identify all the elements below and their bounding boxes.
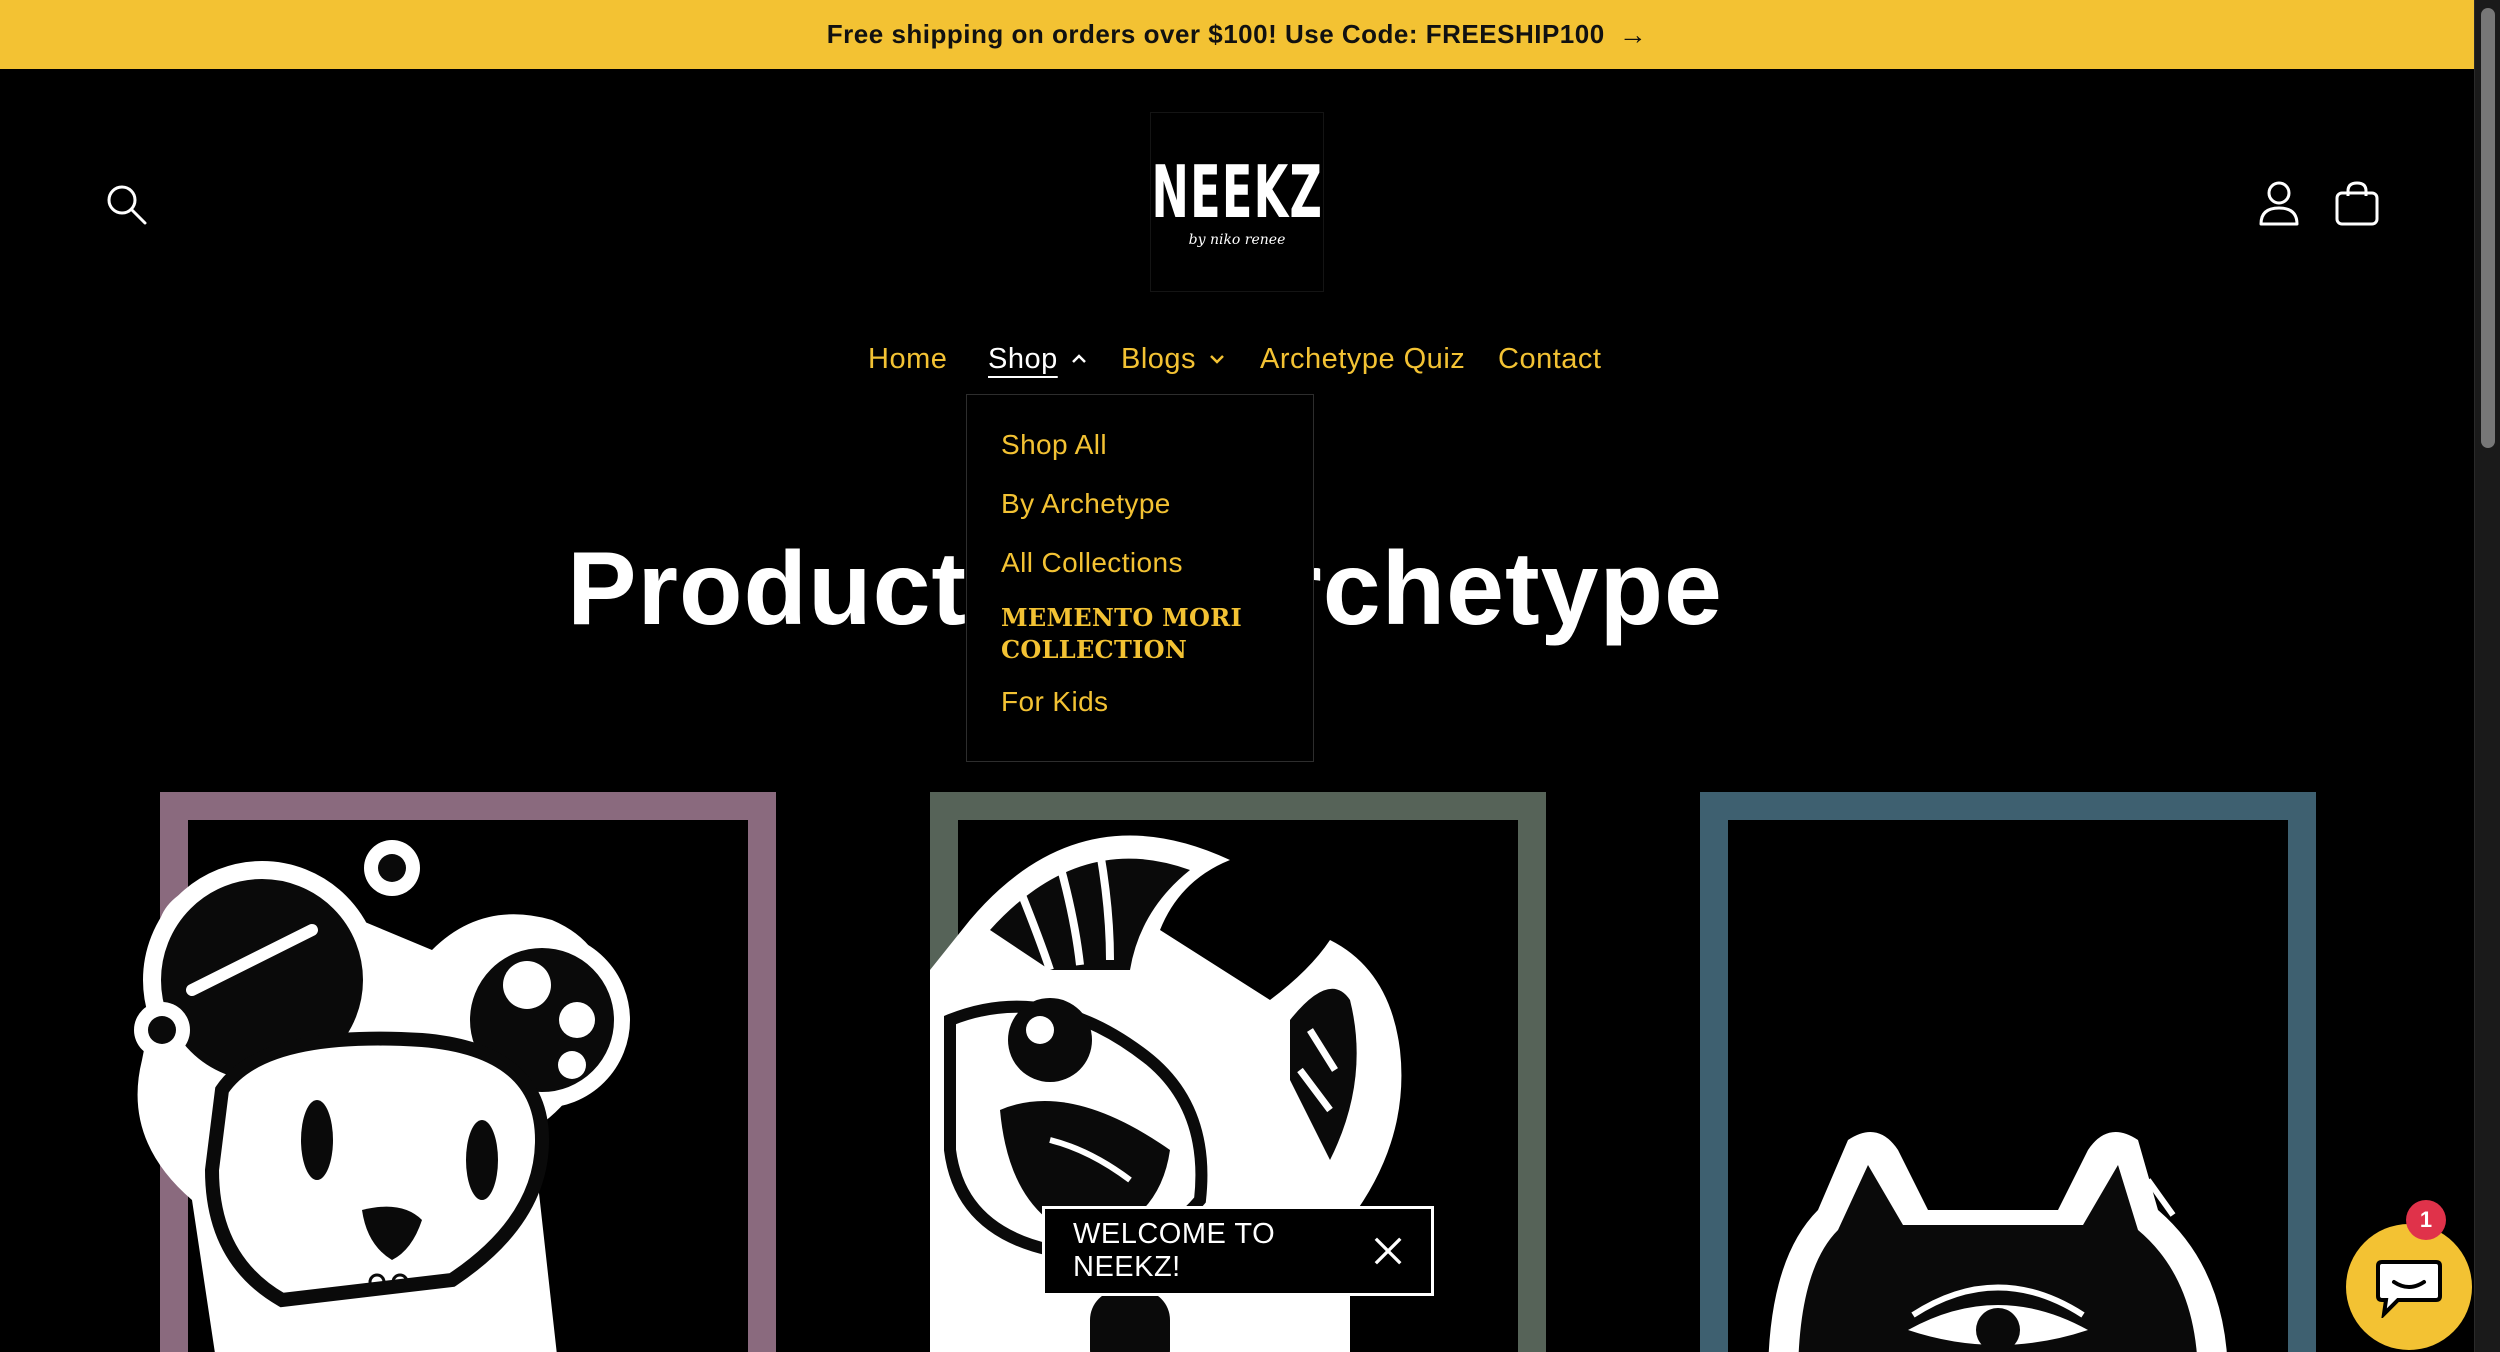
chevron-down-icon [1210,355,1224,364]
chat-bubble-icon [2376,1260,2442,1318]
product-card[interactable] [1700,792,2316,1352]
welcome-popup[interactable]: WELCOME TO NEEKZ! [1042,1206,1434,1296]
bear-character-image [134,840,630,1352]
nav-label: Home [868,342,948,375]
nav-item-contact[interactable]: Contact [1498,334,1601,384]
arrow-right-icon: → [1618,18,1648,50]
scrollbar-thumb[interactable] [2481,8,2495,448]
nav-label: Shop [988,342,1058,375]
logo-wordmark: NEEKZ [1151,150,1323,234]
brand-logo[interactable]: NEEKZ by niko renee [1150,112,1324,292]
search-icon[interactable] [104,182,148,226]
chat-notification-badge: 1 [2406,1200,2446,1240]
close-icon[interactable] [1373,1235,1403,1267]
account-icon[interactable] [2258,180,2300,226]
welcome-text: WELCOME TO NEEKZ! [1073,1218,1276,1283]
chevron-up-icon [1071,354,1086,363]
cat-character-image [1768,1132,2227,1352]
cart-icon[interactable] [2334,180,2380,226]
main-nav: Home Shop Blogs Archetype Quiz Contact [0,334,2474,384]
nav-item-home[interactable]: Home [868,334,947,384]
product-card[interactable] [134,792,776,1352]
nav-label: Blogs [1121,342,1197,375]
dropdown-item-all-collections[interactable]: All Collections [1001,533,1279,592]
nav-item-shop[interactable]: Shop [988,334,1088,384]
shop-dropdown-menu: Shop All By Archetype All Collections ME… [966,394,1314,762]
page-scrollbar[interactable] [2474,0,2500,1352]
nav-item-archetype-quiz[interactable]: Archetype Quiz [1260,334,1465,384]
dropdown-item-for-kids[interactable]: For Kids [1001,672,1279,731]
nav-label: Contact [1498,342,1602,375]
dropdown-item-by-archetype[interactable]: By Archetype [1001,474,1279,533]
nav-item-blogs[interactable]: Blogs [1121,334,1226,384]
dropdown-item-memento-mori[interactable]: MEMENTO MORI COLLECTION [1001,592,1279,672]
logo-tagline: by niko renee [1188,232,1286,248]
chat-button[interactable] [2346,1224,2472,1350]
announcement-text: Free shipping on orders over $100! Use C… [826,19,1605,49]
dropdown-item-shop-all[interactable]: Shop All [1001,415,1279,474]
announcement-bar[interactable]: Free shipping on orders over $100! Use C… [0,0,2474,69]
nav-label: Archetype Quiz [1260,342,1466,375]
